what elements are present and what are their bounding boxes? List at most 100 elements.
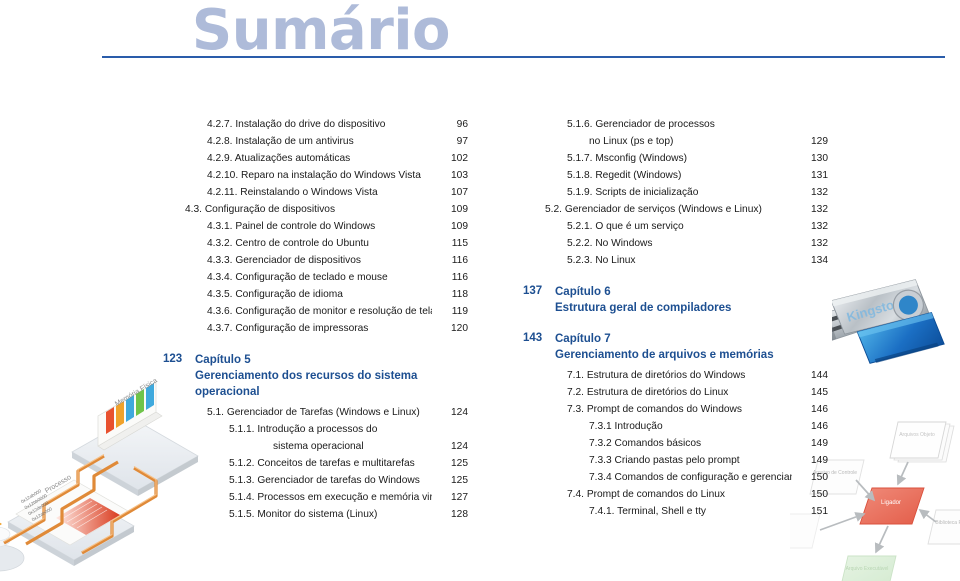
toc-leader-dots <box>701 197 799 198</box>
toc-entry[interactable]: 4.3.6. Configuração de monitor e resoluç… <box>163 303 468 320</box>
toc-entry[interactable]: 4.2.10. Reparo na instalação do Windows … <box>163 167 468 184</box>
toc-entry-page: 102 <box>451 153 468 164</box>
toc-column-left: 4.2.7. Instalação do drive do dispositiv… <box>163 116 468 523</box>
toc-leader-dots <box>743 465 799 466</box>
toc-leader-dots <box>690 163 799 164</box>
toc-leader-dots <box>423 485 439 486</box>
toc-entry-label: 5.1.2. Conceitos de tarefas e multitaref… <box>229 458 415 469</box>
toc-entry[interactable]: 5.1.9. Scripts de inicialização 132 <box>523 184 828 201</box>
toc-entry-page: 149 <box>811 438 828 449</box>
toc-entry-page: 131 <box>811 170 828 181</box>
left-entry-list: 4.2.7. Instalação do drive do dispositiv… <box>163 116 468 337</box>
toc-leader-dots <box>684 180 799 181</box>
chapter-5-page: 123 <box>163 353 183 365</box>
chapter-7-page: 143 <box>523 332 543 344</box>
toc-leader-dots <box>418 468 439 469</box>
toc-leader-dots <box>346 299 439 300</box>
toc-leader-dots <box>388 129 439 130</box>
toc-entry[interactable]: 5.1. Gerenciador de Tarefas (Windows e L… <box>163 404 468 421</box>
toc-leader-dots <box>666 431 799 432</box>
toc-entry-label: no Linux (ps e top) <box>589 136 674 147</box>
toc-entry[interactable]: 5.1.6. Gerenciador de processos <box>523 116 828 133</box>
toc-entry[interactable]: 4.3.2. Centro de controle do Ubuntu 115 <box>163 235 468 252</box>
toc-entry[interactable]: 7.4. Prompt de comandos do Linux 150 <box>523 486 828 503</box>
toc-entry[interactable]: 4.2.9. Atualizações automáticas 102 <box>163 150 468 167</box>
toc-entry[interactable]: 7.3.1 Introdução 146 <box>523 418 828 435</box>
chapter-block-5[interactable]: 123 Capítulo 5 Gerenciamento dos recurso… <box>163 352 468 400</box>
toc-entry-page: 134 <box>811 255 828 266</box>
toc-entry[interactable]: 5.2. Gerenciador de serviços (Windows e … <box>523 201 828 218</box>
toc-entry-page: 125 <box>451 458 468 469</box>
toc-entry[interactable]: 4.3.4. Configuração de teclado e mouse 11… <box>163 269 468 286</box>
toc-entry-label: 7.3.1 Introdução <box>589 421 663 432</box>
toc-entry-label: 4.3.6. Configuração de monitor e resoluç… <box>207 306 432 317</box>
title-divider <box>102 56 945 58</box>
toc-column-right: 5.1.6. Gerenciador de processos no Linux … <box>523 116 828 520</box>
toc-entry[interactable]: sistema operacional 124 <box>163 438 468 455</box>
toc-leader-dots <box>709 516 799 517</box>
toc-entry[interactable]: 5.2.3. No Linux 134 <box>523 252 828 269</box>
toc-leader-dots <box>371 333 439 334</box>
toc-entry-label: 5.1.8. Regedit (Windows) <box>567 170 682 181</box>
toc-leader-dots <box>353 163 439 164</box>
toc-leader-dots <box>765 214 799 215</box>
toc-entry[interactable]: 5.1.1. Introdução a processos do <box>163 421 468 438</box>
toc-entry[interactable]: 4.3.1. Painel de controle do Windows 109 <box>163 218 468 235</box>
chapter-7-label: Capítulo 7 <box>555 333 611 345</box>
toc-entry[interactable]: 7.4.1. Terminal, Shell e tty 151 <box>523 503 828 520</box>
right-entry-list: 5.1.6. Gerenciador de processos no Linux … <box>523 116 828 269</box>
toc-entry-label: 5.1.7. Msconfig (Windows) <box>567 153 688 164</box>
toc-leader-dots <box>378 231 439 232</box>
toc-entry[interactable]: 5.1.5. Monitor do sistema (Linux) 128 <box>163 506 468 523</box>
toc-entry[interactable]: 4.2.11. Reinstalando o Windows Vista 107 <box>163 184 468 201</box>
toc-leader-dots <box>423 417 439 418</box>
toc-entry-label: 5.2.2. No Windows <box>567 238 653 249</box>
toc-entry-label: 4.3.2. Centro de controle do Ubuntu <box>207 238 369 249</box>
toc-entry[interactable]: 7.3.4 Comandos de configuração e gerenci… <box>523 469 828 486</box>
toc-entry[interactable]: 7.1. Estrutura de diretórios do Windows 1… <box>523 367 828 384</box>
toc-entry-label: 4.3.3. Gerenciador de dispositivos <box>207 255 362 266</box>
toc-entry[interactable]: 5.2.2. No Windows 132 <box>523 235 828 252</box>
svg-text:Kingston: Kingston <box>845 295 903 325</box>
toc-entry-label: 7.4. Prompt de comandos do Linux <box>567 489 726 500</box>
memory-diagram-label-memoria: Memória Física <box>114 377 159 409</box>
toc-entry-page: 116 <box>451 255 468 266</box>
toc-entry[interactable]: 5.1.8. Regedit (Windows) 131 <box>523 167 828 184</box>
toc-entry[interactable]: 7.3. Prompt de comandos do Windows 146 <box>523 401 828 418</box>
toc-entry[interactable]: no Linux (ps e top) 129 <box>523 133 828 150</box>
toc-page: Sumário Memória Física Processo 0x12ab00… <box>0 0 960 581</box>
toc-entry[interactable]: 4.3.5. Configuração de idioma 118 <box>163 286 468 303</box>
toc-entry[interactable]: 4.2.7. Instalação do drive do dispositiv… <box>163 116 468 133</box>
toc-entry-page: 146 <box>811 421 828 432</box>
toc-entry-page: 97 <box>456 136 468 147</box>
toc-entry[interactable]: 7.2. Estrutura de diretórios do Linux 145 <box>523 384 828 401</box>
toc-entry[interactable]: 5.1.4. Processos em execução e memória v… <box>163 489 468 506</box>
toc-entry-label: 5.1.3. Gerenciador de tarefas do Windows <box>229 475 420 486</box>
toc-entry-page: 129 <box>811 136 828 147</box>
toc-entry[interactable]: 5.1.7. Msconfig (Windows) 130 <box>523 150 828 167</box>
toc-entry[interactable]: 4.3. Configuração de dispositivos 109 <box>163 201 468 218</box>
toc-entry[interactable]: 4.3.3. Gerenciador de dispositivos 116 <box>163 252 468 269</box>
chapter-block-6[interactable]: 137 Capítulo 6 Estrutura geral de compil… <box>523 284 828 316</box>
toc-entry[interactable]: 5.1.3. Gerenciador de tarefas do Windows… <box>163 472 468 489</box>
toc-entry[interactable]: 5.1.2. Conceitos de tarefas e multitaref… <box>163 455 468 472</box>
chapter-6-label: Capítulo 6 <box>555 286 611 298</box>
linker-center-node: Ligador <box>880 500 901 506</box>
toc-entry-page: 124 <box>451 441 468 452</box>
chapter-block-7[interactable]: 143 Capítulo 7 Gerenciamento de arquivos… <box>523 331 828 363</box>
chapter-5-title-line2: operacional <box>195 386 260 398</box>
toc-leader-dots <box>364 265 439 266</box>
toc-entry-page: 96 <box>456 119 468 130</box>
toc-entry[interactable]: 5.2.1. O que é um serviço 132 <box>523 218 828 235</box>
toc-entry-label: 5.1.9. Scripts de inicialização <box>567 187 699 198</box>
toc-entry[interactable]: 4.3.7. Configuração de impressoras 120 <box>163 320 468 337</box>
toc-entry-page: 115 <box>451 238 468 249</box>
usb-drive-image: Kingston <box>821 236 950 386</box>
toc-entry-label: 7.3.2 Comandos básicos <box>589 438 702 449</box>
toc-entry[interactable]: 7.3.2 Comandos básicos 149 <box>523 435 828 452</box>
toc-entry-page: 145 <box>811 387 828 398</box>
toc-entry-page: 124 <box>451 407 468 418</box>
toc-entry[interactable]: 7.3.3 Criando pastas pelo prompt 149 <box>523 452 828 469</box>
toc-leader-dots <box>380 434 439 435</box>
toc-entry[interactable]: 4.2.8. Instalação de um antivirus 97 <box>163 133 468 150</box>
